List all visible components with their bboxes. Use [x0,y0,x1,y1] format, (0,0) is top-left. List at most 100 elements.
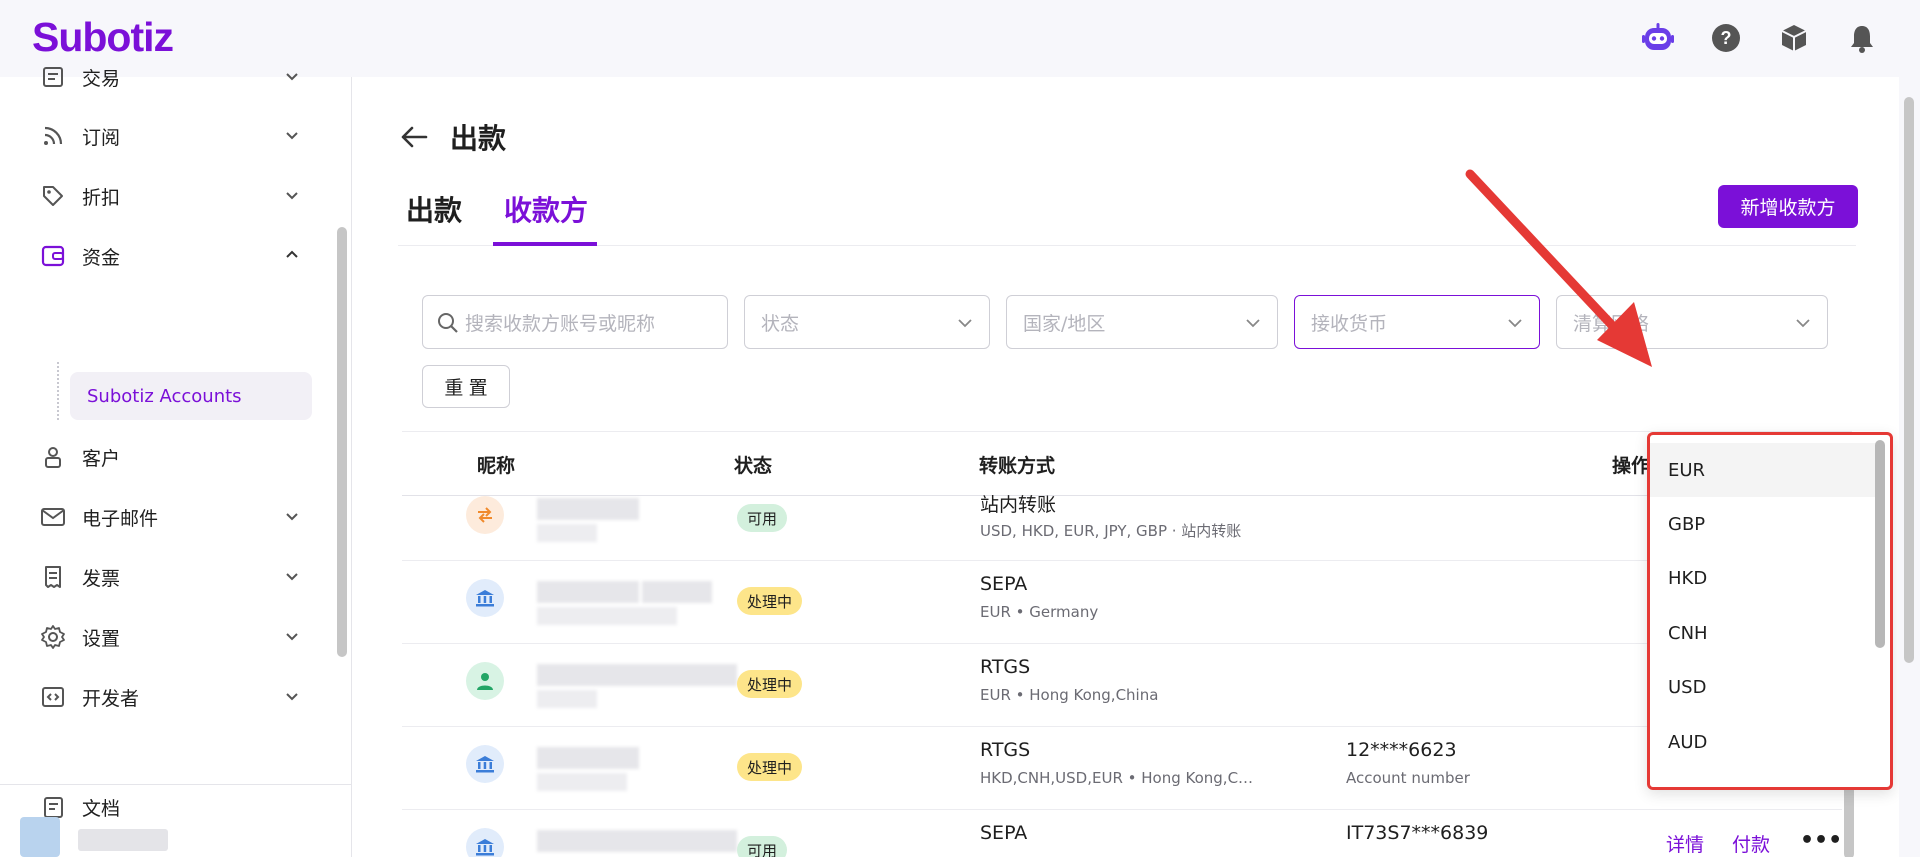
country-select[interactable]: 国家/地区 [1006,295,1278,349]
sidebar-item-label: 订阅 [82,126,121,149]
pay-link[interactable]: 付款 [1732,830,1770,857]
help-icon[interactable]: ? [1708,20,1744,56]
tab-payouts[interactable]: 出款 [406,189,462,229]
table-top-divider [402,431,1852,432]
status-badge: 处理中 [737,670,803,698]
main-content: 出款 出款 收款方 新增收款方 搜索收款方账号或昵称 状态 国家/地区 接收货币… [352,77,1899,857]
sidebar-item-label: 交易 [82,67,121,90]
chevron-down-icon [284,126,300,148]
sidebar-item-funds[interactable]: 资金 [38,234,308,278]
table-row[interactable]: 处理中 RTGS EUR • Hong Kong,China 详情 复制 [402,644,1842,727]
sidebar-item-label: 文档 [82,797,121,820]
sidebar-item-label: 开发者 [82,687,140,710]
top-icons: ? [1640,20,1880,56]
column-header-status: 状态 [734,455,773,477]
table-row[interactable]: 可用 SEPA IT73S7***6839 详情 付款 ••• [402,810,1842,857]
column-header-actions: 操作 [1612,455,1651,477]
package-icon[interactable] [1776,20,1812,56]
scroll-thumb[interactable] [1904,97,1914,663]
sidebar-item-customers[interactable]: 客户 [38,435,308,479]
invoice-icon [38,562,68,592]
chevron-down-icon [284,687,300,709]
user-icon [38,442,68,472]
sidebar-item-docs[interactable]: 文档 [38,785,308,829]
tab-payees[interactable]: 收款方 [504,189,588,229]
country-placeholder: 国家/地区 [1023,312,1106,335]
wallet-icon [38,241,68,271]
sidebar-item-invoices[interactable]: 发票 [38,555,308,599]
currency-option-usd[interactable]: USD [1650,660,1878,714]
currency-select[interactable]: 接收货币 [1294,295,1540,349]
brand-logo[interactable]: Subotiz [32,14,174,61]
transfer-method: 站内转账 [980,494,1057,516]
bell-icon[interactable] [1844,20,1880,56]
back-arrow-icon[interactable] [398,121,430,153]
account-label: Account number [1346,769,1470,787]
nickname-redacted [537,830,737,852]
scroll-thumb[interactable] [337,227,347,657]
chevron-down-icon [1245,314,1261,336]
page-scrollbar[interactable] [1899,77,1920,857]
currency-option-eur[interactable]: EUR [1650,443,1878,497]
table-row[interactable]: 可用 站内转账 USD, HKD, EUR, JPY, GBP · 站内转账 详… [402,478,1842,561]
sidebar-item-subscriptions[interactable]: 订阅 [38,114,308,158]
currency-option-gbp[interactable]: GBP [1650,497,1878,551]
submenu-guide-line [57,362,59,420]
sidebar-item-transactions[interactable]: 交易 [38,55,308,99]
person-icon [466,662,504,700]
more-icon[interactable]: ••• [1800,828,1842,853]
search-input[interactable]: 搜索收款方账号或昵称 [422,295,728,349]
transfer-method: RTGS [980,739,1031,761]
sidebar: 交易 订阅 折扣 资金 Subotiz Accounts 客户 电子邮件 发票 … [0,67,352,857]
transfer-method: SEPA [980,822,1028,844]
currency-option-cnh[interactable]: CNH [1650,606,1878,660]
nickname-redacted [642,581,712,603]
transfer-method-detail: EUR • Hong Kong,China [980,686,1159,704]
network-placeholder: 清算网络 [1573,312,1650,335]
sidebar-item-developers[interactable]: 开发者 [38,675,308,719]
add-payee-button[interactable]: 新增收款方 [1718,185,1858,228]
chevron-down-icon [284,567,300,589]
table-row[interactable]: 处理中 SEPA EUR • Germany 详情 复制 [402,561,1842,644]
nickname-redacted [537,524,597,542]
search-icon [437,312,459,339]
status-badge: 处理中 [737,587,803,615]
tag-icon [38,181,68,211]
nickname-redacted [537,747,639,769]
account-number: 12****6623 [1346,739,1457,761]
search-placeholder: 搜索收款方账号或昵称 [465,312,656,335]
status-select[interactable]: 状态 [744,295,990,349]
reset-button[interactable]: 重 置 [422,365,510,408]
currency-option-aud[interactable]: AUD [1650,715,1878,769]
sidebar-item-label: 电子邮件 [82,507,159,530]
nickname-redacted [537,581,639,603]
currency-option-hkd[interactable]: HKD [1650,551,1878,605]
tabs-divider [398,245,1856,246]
table-row[interactable]: 处理中 RTGS HKD,CNH,USD,EUR • Hong Kong,Ch.… [402,727,1842,810]
transfer-method-detail: HKD,CNH,USD,EUR • Hong Kong,Ch... [980,769,1260,787]
details-link[interactable]: 详情 [1666,830,1704,857]
account-number: IT73S7***6839 [1346,822,1489,844]
nickname-redacted [537,607,677,625]
assistant-bot-icon[interactable] [1640,20,1676,56]
gear-icon [38,622,68,652]
bank-icon [466,828,504,857]
transfer-method-detail: EUR • Germany [980,603,1099,621]
sidebar-item-email[interactable]: 电子邮件 [38,495,308,539]
column-header-method: 转账方式 [979,455,1056,477]
dropdown-scrollbar[interactable] [1875,440,1885,648]
sidebar-divider [0,784,352,785]
receipt-icon [38,62,68,92]
avatar[interactable] [20,817,60,857]
sidebar-item-label: 折扣 [82,186,121,209]
network-select[interactable]: 清算网络 [1556,295,1828,349]
chevron-down-icon [957,314,973,336]
sidebar-item-settings[interactable]: 设置 [38,615,308,659]
active-tab-indicator [493,242,597,246]
sidebar-scrollbar[interactable] [335,77,349,677]
bank-icon [466,579,504,617]
code-icon [38,682,68,712]
chevron-down-icon [284,67,300,89]
sidebar-item-subotiz-accounts[interactable]: Subotiz Accounts [70,372,312,420]
sidebar-item-discounts[interactable]: 折扣 [38,174,308,218]
